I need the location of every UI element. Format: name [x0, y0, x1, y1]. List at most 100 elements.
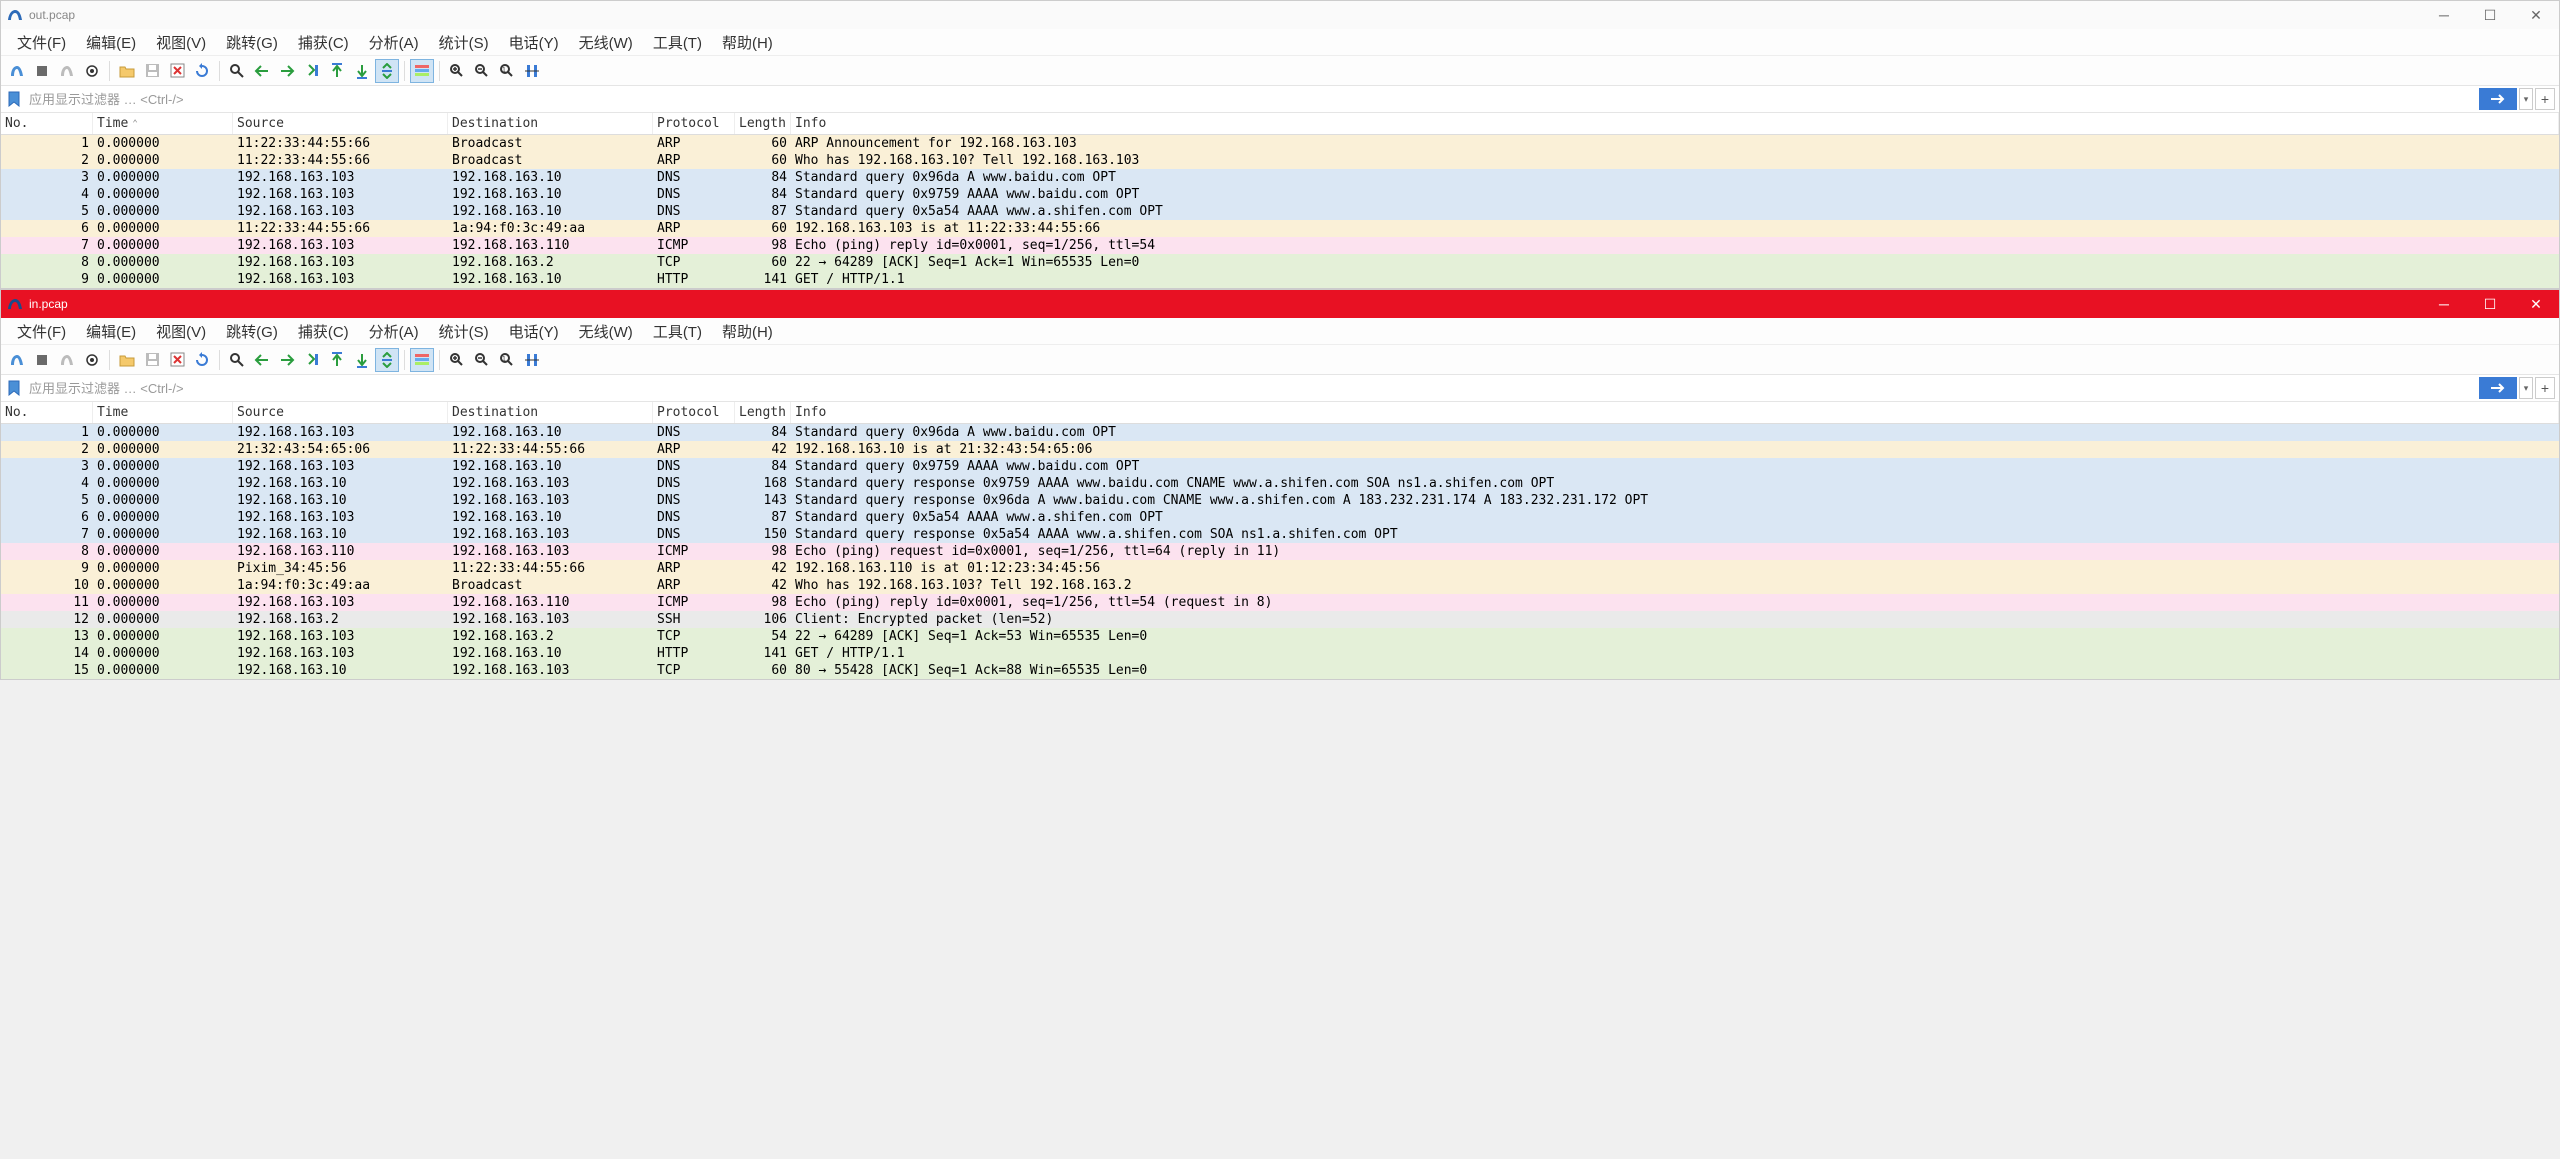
menu-view[interactable]: 视图(V) — [146, 318, 216, 345]
packet-row[interactable]: 100.0000001a:94:f0:3c:49:aaBroadcastARP4… — [1, 577, 2559, 594]
filter-history-dropdown[interactable]: ▾ — [2519, 88, 2533, 110]
capture-options-icon[interactable] — [80, 59, 104, 83]
packet-row[interactable]: 50.000000192.168.163.10192.168.163.103DN… — [1, 492, 2559, 509]
packet-row[interactable]: 80.000000192.168.163.110192.168.163.103I… — [1, 543, 2559, 560]
packet-row[interactable]: 150.000000192.168.163.10192.168.163.103T… — [1, 662, 2559, 679]
reload-icon[interactable] — [190, 59, 214, 83]
autoscroll-icon[interactable] — [375, 59, 399, 83]
go-first-icon[interactable] — [325, 348, 349, 372]
col-dst[interactable]: Destination — [448, 402, 653, 423]
colorize-icon[interactable] — [410, 59, 434, 83]
menu-stats[interactable]: 统计(S) — [429, 318, 499, 345]
menu-tele[interactable]: 电话(Y) — [499, 318, 569, 345]
zoom-in-icon[interactable] — [445, 348, 469, 372]
packet-row[interactable]: 20.00000021:32:43:54:65:0611:22:33:44:55… — [1, 441, 2559, 458]
packet-row[interactable]: 40.000000192.168.163.103192.168.163.10DN… — [1, 186, 2559, 203]
resize-columns-icon[interactable] — [520, 59, 544, 83]
menu-stats[interactable]: 统计(S) — [429, 29, 499, 56]
col-info[interactable]: Info — [791, 113, 2559, 134]
col-info[interactable]: Info — [791, 402, 2559, 423]
bookmark-icon[interactable] — [5, 90, 23, 108]
go-last-icon[interactable] — [350, 348, 374, 372]
restart-capture-icon[interactable] — [55, 59, 79, 83]
go-forward-icon[interactable] — [275, 348, 299, 372]
minimize-button[interactable]: ─ — [2421, 290, 2467, 318]
menu-tele[interactable]: 电话(Y) — [499, 29, 569, 56]
filter-apply-button[interactable] — [2479, 377, 2517, 399]
packet-row[interactable]: 140.000000192.168.163.103192.168.163.10H… — [1, 645, 2559, 662]
packet-row[interactable]: 110.000000192.168.163.103192.168.163.110… — [1, 594, 2559, 611]
zoom-in-icon[interactable] — [445, 59, 469, 83]
zoom-reset-icon[interactable]: 1 — [495, 59, 519, 83]
col-no[interactable]: No. — [1, 113, 93, 134]
col-proto[interactable]: Protocol — [653, 402, 735, 423]
stop-capture-icon[interactable] — [30, 59, 54, 83]
packet-row[interactable]: 10.00000011:22:33:44:55:66BroadcastARP60… — [1, 135, 2559, 152]
open-file-icon[interactable] — [115, 348, 139, 372]
menu-edit[interactable]: 编辑(E) — [76, 29, 146, 56]
menu-tools[interactable]: 工具(T) — [643, 318, 712, 345]
close-file-icon[interactable] — [165, 59, 189, 83]
menu-goto[interactable]: 跳转(G) — [216, 318, 288, 345]
filter-apply-button[interactable] — [2479, 88, 2517, 110]
save-file-icon[interactable] — [140, 348, 164, 372]
open-file-icon[interactable] — [115, 59, 139, 83]
go-first-icon[interactable] — [325, 59, 349, 83]
col-src[interactable]: Source — [233, 402, 448, 423]
zoom-reset-icon[interactable]: 1 — [495, 348, 519, 372]
menu-capture[interactable]: 捕获(C) — [288, 318, 359, 345]
titlebar-in[interactable]: in.pcap ─ ☐ ✕ — [1, 290, 2559, 318]
packet-row[interactable]: 50.000000192.168.163.103192.168.163.10DN… — [1, 203, 2559, 220]
go-to-packet-icon[interactable] — [300, 348, 324, 372]
menu-help[interactable]: 帮助(H) — [712, 29, 783, 56]
packet-row[interactable]: 80.000000192.168.163.103192.168.163.2TCP… — [1, 254, 2559, 271]
menu-edit[interactable]: 编辑(E) — [76, 318, 146, 345]
packet-row[interactable]: 130.000000192.168.163.103192.168.163.2TC… — [1, 628, 2559, 645]
menu-goto[interactable]: 跳转(G) — [216, 29, 288, 56]
close-file-icon[interactable] — [165, 348, 189, 372]
reload-icon[interactable] — [190, 348, 214, 372]
menu-analyze[interactable]: 分析(A) — [359, 29, 429, 56]
col-time[interactable]: Time — [93, 402, 233, 423]
menu-tools[interactable]: 工具(T) — [643, 29, 712, 56]
packet-row[interactable]: 20.00000011:22:33:44:55:66BroadcastARP60… — [1, 152, 2559, 169]
go-back-icon[interactable] — [250, 59, 274, 83]
col-src[interactable]: Source — [233, 113, 448, 134]
col-len[interactable]: Length — [735, 113, 791, 134]
packet-row[interactable]: 40.000000192.168.163.10192.168.163.103DN… — [1, 475, 2559, 492]
menu-analyze[interactable]: 分析(A) — [359, 318, 429, 345]
resize-columns-icon[interactable] — [520, 348, 544, 372]
menu-file[interactable]: 文件(F) — [7, 29, 76, 56]
packet-row[interactable]: 10.000000192.168.163.103192.168.163.10DN… — [1, 424, 2559, 441]
col-proto[interactable]: Protocol — [653, 113, 735, 134]
col-len[interactable]: Length — [735, 402, 791, 423]
menu-wireless[interactable]: 无线(W) — [569, 29, 643, 56]
display-filter-input[interactable] — [23, 87, 2479, 111]
titlebar-out[interactable]: out.pcap ─ ☐ ✕ — [1, 1, 2559, 29]
start-capture-icon[interactable] — [5, 348, 29, 372]
stop-capture-icon[interactable] — [30, 348, 54, 372]
packet-row[interactable]: 60.000000192.168.163.103192.168.163.10DN… — [1, 509, 2559, 526]
packet-row[interactable]: 70.000000192.168.163.103192.168.163.110I… — [1, 237, 2559, 254]
menu-help[interactable]: 帮助(H) — [712, 318, 783, 345]
close-button[interactable]: ✕ — [2513, 290, 2559, 318]
filter-history-dropdown[interactable]: ▾ — [2519, 377, 2533, 399]
capture-options-icon[interactable] — [80, 348, 104, 372]
start-capture-icon[interactable] — [5, 59, 29, 83]
close-button[interactable]: ✕ — [2513, 1, 2559, 29]
menu-file[interactable]: 文件(F) — [7, 318, 76, 345]
zoom-out-icon[interactable] — [470, 348, 494, 372]
save-file-icon[interactable] — [140, 59, 164, 83]
go-to-packet-icon[interactable] — [300, 59, 324, 83]
packet-row[interactable]: 30.000000192.168.163.103192.168.163.10DN… — [1, 169, 2559, 186]
packet-row[interactable]: 120.000000192.168.163.2192.168.163.103SS… — [1, 611, 2559, 628]
packet-row[interactable]: 90.000000192.168.163.103192.168.163.10HT… — [1, 271, 2559, 288]
col-dst[interactable]: Destination — [448, 113, 653, 134]
go-back-icon[interactable] — [250, 348, 274, 372]
menu-wireless[interactable]: 无线(W) — [569, 318, 643, 345]
restart-capture-icon[interactable] — [55, 348, 79, 372]
colorize-icon[interactable] — [410, 348, 434, 372]
packet-row[interactable]: 90.000000Pixim_34:45:5611:22:33:44:55:66… — [1, 560, 2559, 577]
go-last-icon[interactable] — [350, 59, 374, 83]
zoom-out-icon[interactable] — [470, 59, 494, 83]
